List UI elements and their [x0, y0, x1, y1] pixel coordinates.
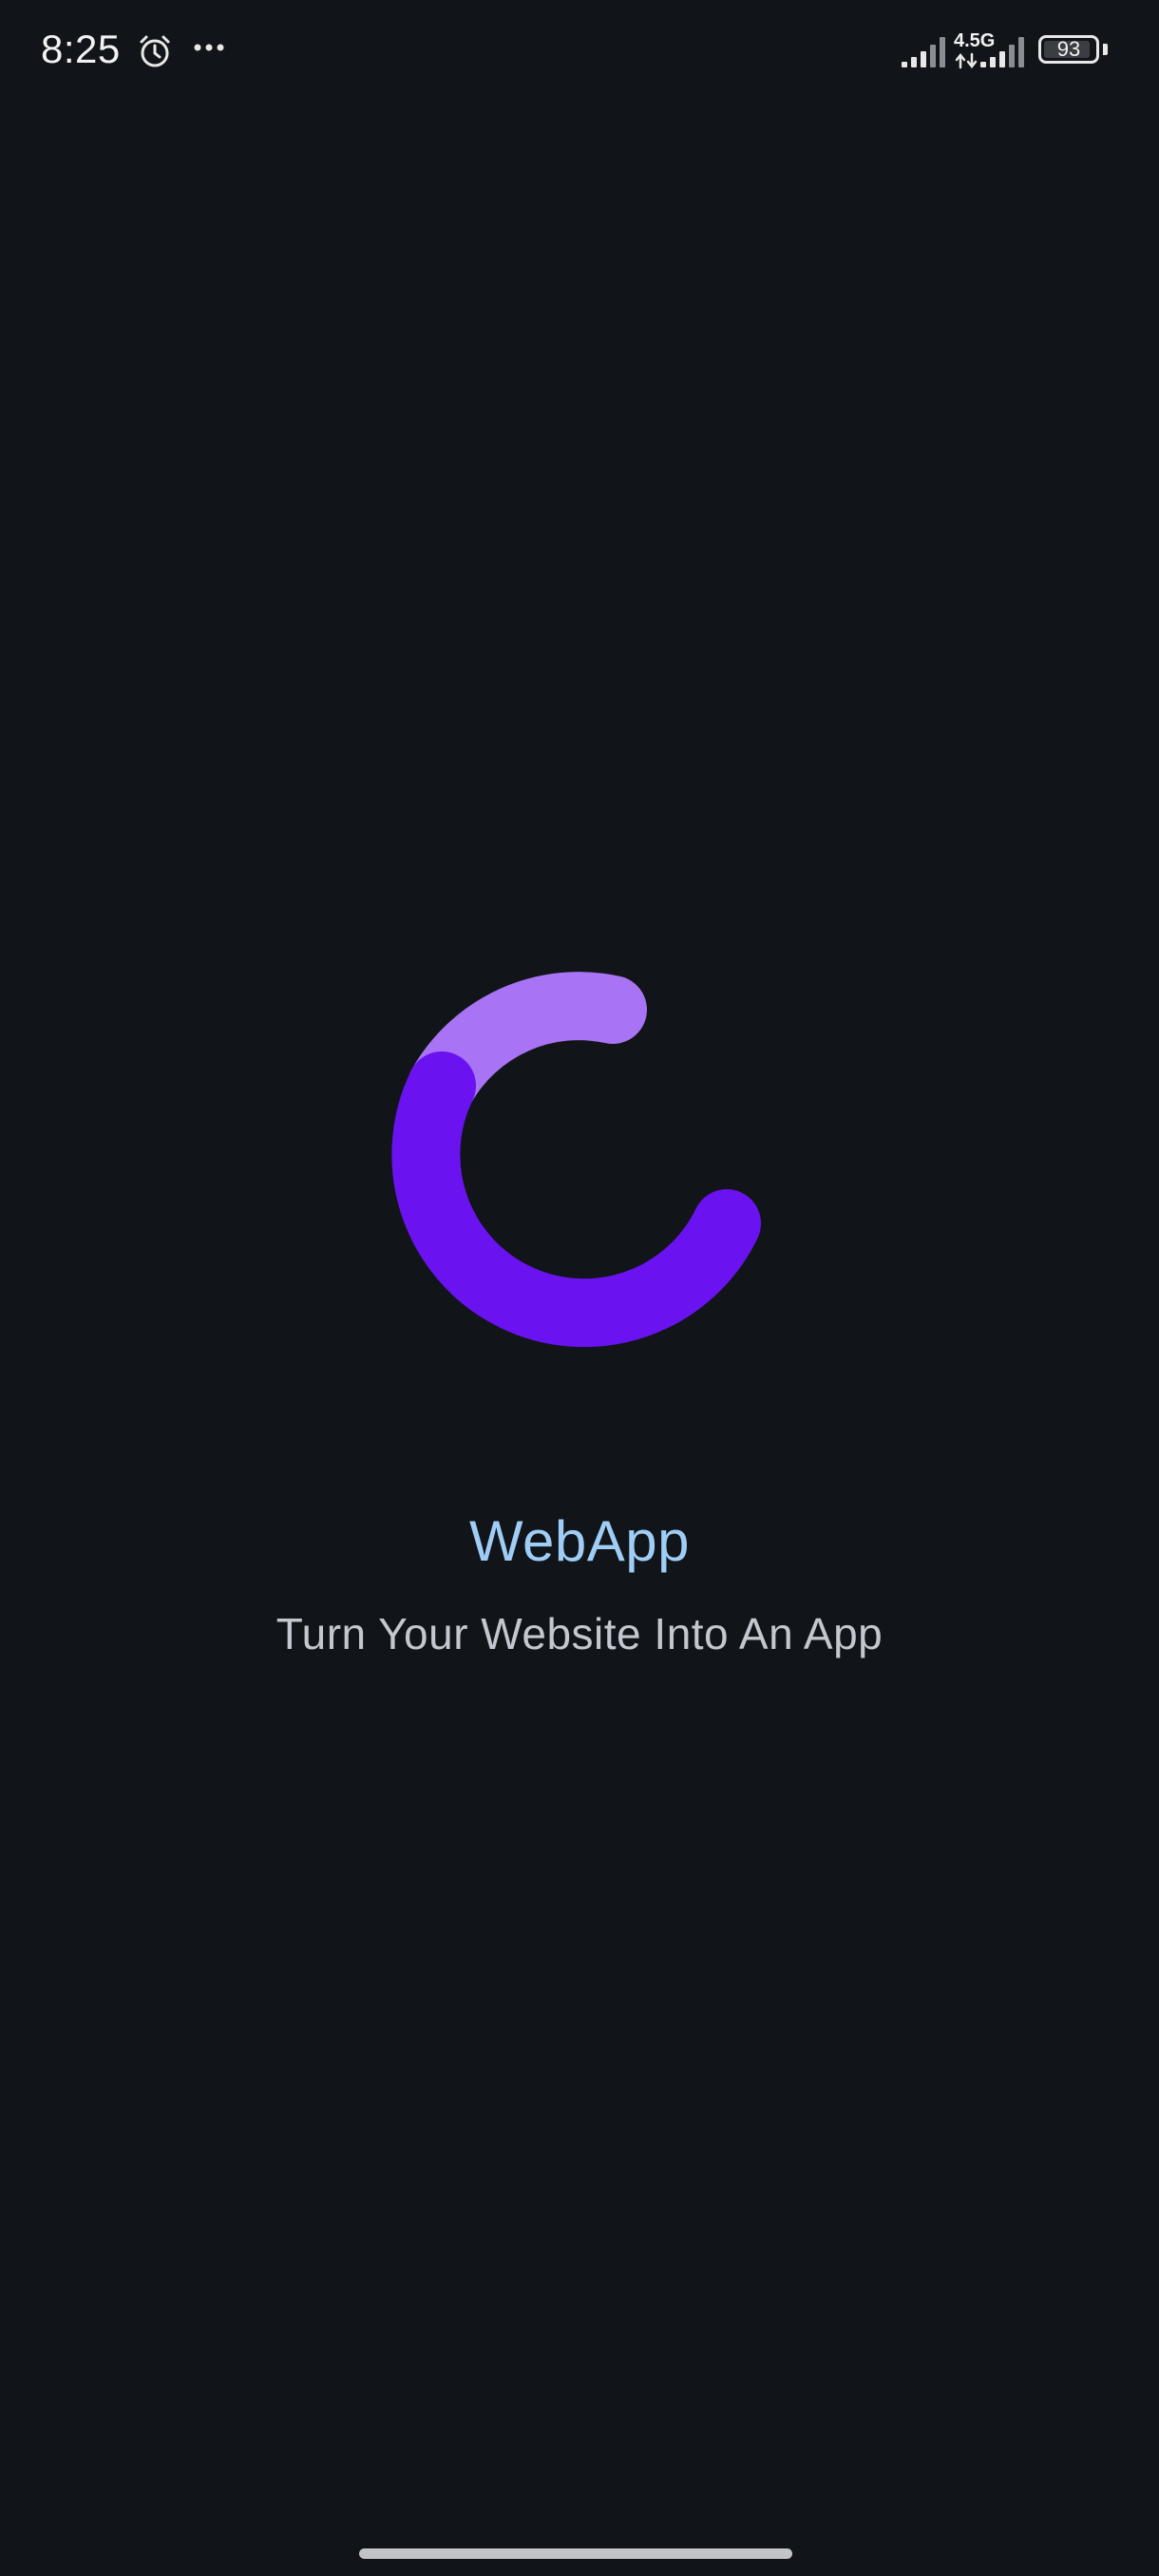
battery-level: 93: [1056, 37, 1081, 61]
home-indicator[interactable]: [359, 2548, 792, 2559]
more-dots-icon: [194, 44, 224, 51]
battery-icon: 93: [1038, 35, 1099, 64]
loading-arc-logo-icon: [391, 972, 761, 1348]
app-tagline: Turn Your Website Into An App: [276, 1609, 884, 1658]
splash-screen: 8:25 4.5G 93 WebApp Turn Your Website In…: [0, 0, 1159, 2576]
cell-signal-icon-2: [980, 37, 1024, 67]
battery-tip: [1103, 44, 1108, 55]
app-name: WebApp: [468, 1509, 691, 1573]
data-transfer-icon: [955, 52, 978, 69]
alarm-clock-icon: [140, 35, 170, 67]
status-time: 8:25: [41, 27, 121, 71]
status-bar: 8:25 4.5G 93: [0, 0, 1159, 104]
cell-signal-icon: [902, 37, 945, 67]
